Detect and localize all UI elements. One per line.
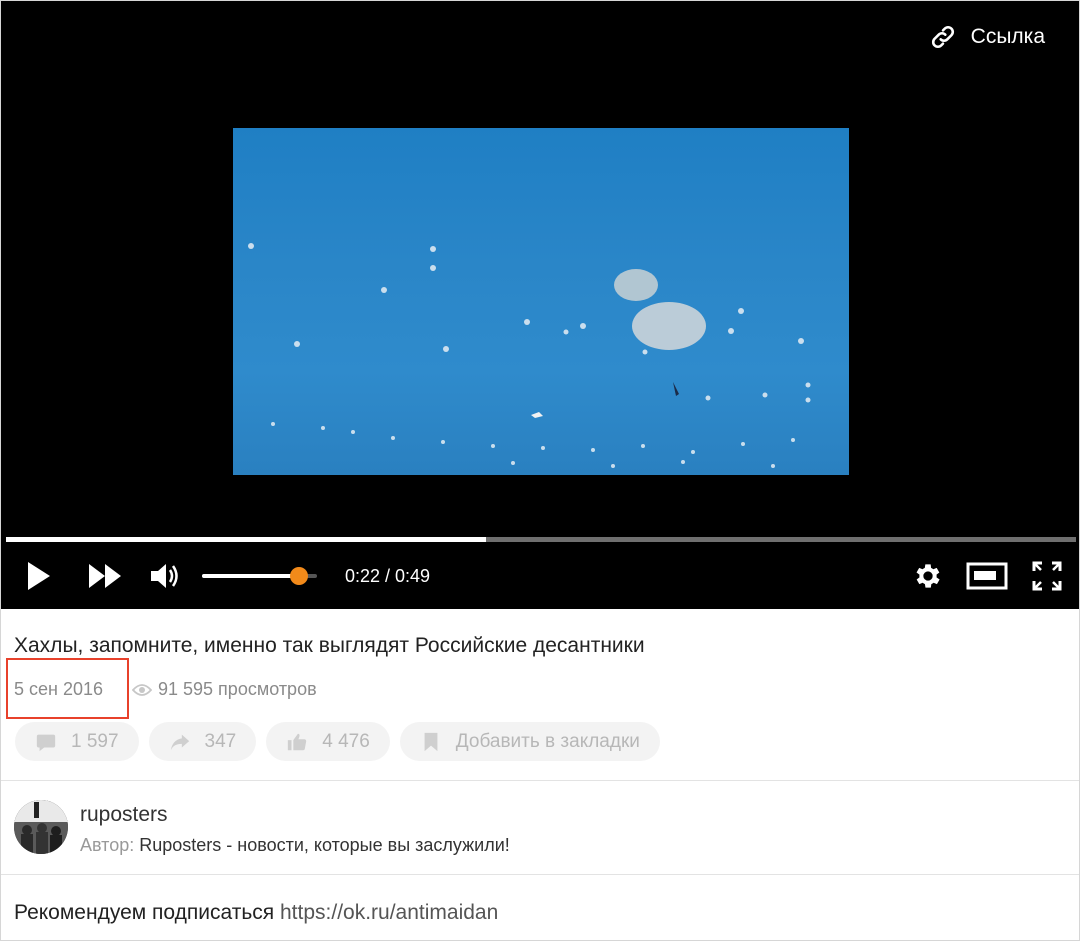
bookmark-icon: [424, 732, 438, 751]
eye-icon: [132, 683, 152, 696]
description-text: Рекомендуем подписаться: [14, 901, 275, 924]
comments-count: 1 597: [71, 730, 119, 752]
channel-author: Автор: Ruposters - новости, которые вы з…: [80, 835, 510, 856]
player-controls: 0:22 / 0:49: [1, 549, 1079, 605]
bookmark-button[interactable]: Добавить в закладки: [399, 722, 660, 761]
volume-knob[interactable]: [289, 567, 308, 585]
divider: [1, 780, 1079, 781]
description-link[interactable]: https://ok.ru/antimaidan: [280, 901, 498, 924]
video-still: [248, 243, 811, 468]
progress-bar[interactable]: [6, 537, 1076, 542]
play-icon: [28, 562, 50, 590]
author-label: Автор:: [80, 835, 135, 855]
like-button[interactable]: 4 476: [266, 722, 390, 761]
video-title: Хахлы, запомните, именно так выглядят Ро…: [14, 634, 645, 657]
avatar-image: [14, 800, 68, 854]
link-icon: [931, 25, 954, 49]
settings-icon: [916, 564, 940, 588]
bookmark-label: Добавить в закладки: [455, 730, 640, 752]
channel-avatar[interactable]: [14, 800, 68, 854]
mini-player-button[interactable]: [966, 562, 1008, 590]
fast-forward-button[interactable]: [87, 559, 123, 593]
channel-name[interactable]: ruposters: [80, 803, 168, 827]
link-button[interactable]: Ссылка: [929, 23, 1045, 51]
video-player[interactable]: Ссылка 0:22 / 0:49: [1, 1, 1079, 609]
play-button[interactable]: [25, 559, 53, 593]
settings-button[interactable]: [912, 560, 944, 592]
mini-player-icon: [966, 562, 1008, 590]
progress-fill: [6, 537, 487, 542]
volume-slider[interactable]: [202, 567, 317, 585]
thumbs-up-icon: [288, 733, 307, 750]
share-button[interactable]: 347: [148, 722, 257, 761]
volume-icon: [151, 564, 178, 588]
link-label: Ссылка: [970, 25, 1045, 48]
comments-button[interactable]: 1 597: [15, 722, 139, 761]
fast-forward-icon: [89, 564, 121, 588]
likes-count: 4 476: [322, 730, 370, 752]
video-page: Ссылка 0:22 / 0:49 Хахлы, запомните, име…: [0, 0, 1080, 941]
author-value[interactable]: Ruposters - новости, которые вы заслужил…: [139, 835, 510, 855]
volume-fill: [202, 574, 299, 578]
action-bar: 1 597 347 4 476 Добавить в закладки: [15, 722, 660, 761]
time-display: 0:22 / 0:49: [345, 566, 431, 586]
divider: [1, 874, 1079, 875]
upload-date: 5 сен 2016: [14, 679, 104, 699]
views-label: 91 595 просмотров: [158, 679, 317, 699]
shares-count: 347: [204, 730, 237, 752]
fullscreen-icon: [1032, 561, 1062, 591]
view-count: 91 595 просмотров: [132, 679, 317, 700]
description: Рекомендуем подписаться https://ok.ru/an…: [14, 901, 498, 925]
volume-button[interactable]: [149, 559, 183, 593]
share-arrow-icon: [170, 734, 189, 750]
video-frame[interactable]: [233, 128, 849, 475]
fullscreen-button[interactable]: [1032, 561, 1062, 591]
comment-icon: [36, 734, 56, 751]
